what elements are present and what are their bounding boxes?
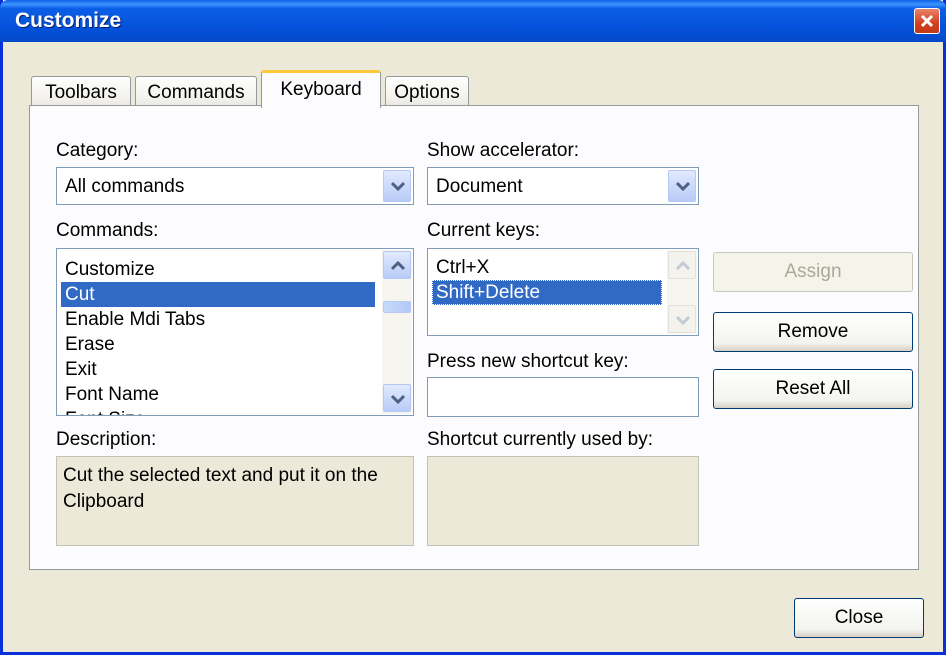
scroll-down-button xyxy=(668,305,696,333)
list-item[interactable]: Font Name xyxy=(61,382,375,407)
close-button[interactable]: Close xyxy=(794,598,924,638)
list-item[interactable]: Exit xyxy=(61,357,375,382)
list-item-selected[interactable]: Cut xyxy=(61,282,375,307)
accelerator-dropdown-button[interactable] xyxy=(668,170,696,202)
list-item[interactable]: Ctrl+X xyxy=(432,255,662,280)
list-item[interactable]: Erase xyxy=(61,332,375,357)
arrow-down-icon xyxy=(676,315,690,325)
keyboard-panel: Category: All commands Commands: Customi… xyxy=(29,105,919,570)
list-item[interactable]: Font Size xyxy=(61,407,375,415)
tab-options[interactable]: Options xyxy=(385,76,469,106)
arrow-up-icon xyxy=(391,261,405,271)
remove-button[interactable]: Remove xyxy=(713,312,913,352)
title-bar[interactable]: Customize xyxy=(0,0,946,42)
chevron-down-icon xyxy=(391,181,405,191)
arrow-up-icon xyxy=(676,261,690,271)
current-keys-label: Current keys: xyxy=(427,220,540,241)
reset-all-button[interactable]: Reset All xyxy=(713,369,913,409)
current-keys-scrollbar xyxy=(667,250,697,334)
chevron-down-icon xyxy=(676,181,690,191)
show-accelerator-value: Document xyxy=(436,176,523,197)
used-by-box xyxy=(427,456,699,546)
category-dropdown-button[interactable] xyxy=(383,170,411,202)
used-by-label: Shortcut currently used by: xyxy=(427,429,653,450)
tab-label: Commands xyxy=(147,82,245,103)
customize-dialog: Customize Toolbars Commands Keyboard Opt… xyxy=(0,0,946,655)
category-label: Category: xyxy=(56,140,139,161)
arrow-down-icon xyxy=(391,394,405,404)
tab-label: Options xyxy=(394,82,460,103)
scroll-up-button xyxy=(668,251,696,279)
new-shortcut-label: Press new shortcut key: xyxy=(427,351,629,372)
tab-commands[interactable]: Commands xyxy=(135,76,257,106)
scroll-thumb[interactable] xyxy=(383,301,411,313)
scroll-up-button[interactable] xyxy=(383,251,411,279)
list-item[interactable]: Customize xyxy=(61,257,375,282)
description-box: Cut the selected text and put it on the … xyxy=(56,456,414,546)
list-item-selected[interactable]: Shift+Delete xyxy=(432,280,662,305)
assign-button[interactable]: Assign xyxy=(713,252,913,292)
scroll-down-button[interactable] xyxy=(383,384,411,412)
window-title: Customize xyxy=(15,9,122,32)
show-accelerator-select[interactable]: Document xyxy=(427,167,699,205)
current-keys-list[interactable]: Ctrl+X Shift+Delete xyxy=(427,248,699,336)
close-icon xyxy=(920,14,934,28)
tab-label: Toolbars xyxy=(45,82,117,103)
show-accelerator-label: Show accelerator: xyxy=(427,140,580,161)
commands-list[interactable]: Customize Cut Enable Mdi Tabs Erase Exit… xyxy=(56,248,414,416)
commands-scrollbar[interactable] xyxy=(382,250,412,414)
tab-label: Keyboard xyxy=(280,79,362,100)
tab-keyboard[interactable]: Keyboard xyxy=(261,70,381,108)
new-shortcut-input[interactable] xyxy=(427,377,699,417)
category-value: All commands xyxy=(65,176,185,197)
category-select[interactable]: All commands xyxy=(56,167,414,205)
close-window-button[interactable] xyxy=(914,8,940,34)
list-item[interactable]: Enable Mdi Tabs xyxy=(61,307,375,332)
description-label: Description: xyxy=(56,429,157,450)
tab-toolbars[interactable]: Toolbars xyxy=(31,76,131,106)
commands-label: Commands: xyxy=(56,220,159,241)
